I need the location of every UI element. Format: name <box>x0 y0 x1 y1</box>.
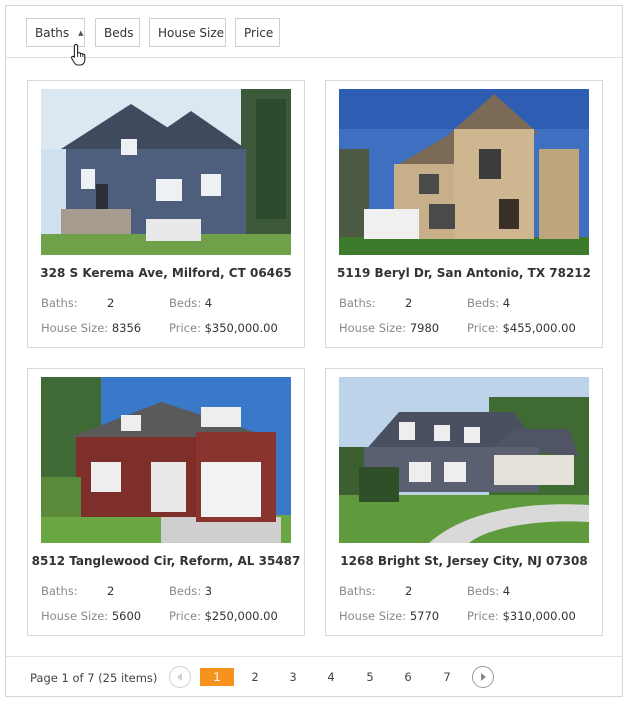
baths-number: 2 <box>107 584 115 598</box>
price-field: Price: $310,000.00 <box>467 609 576 623</box>
baths-field: Baths: <box>41 584 78 598</box>
size-field: House Size: 5600 <box>41 609 141 623</box>
listing-address: 5119 Beryl Dr, San Antonio, TX 78212 <box>336 266 591 280</box>
baths-value: 2 <box>405 584 412 598</box>
card-view: Baths ▲ Beds House Size Price 328 S Kere… <box>5 5 623 697</box>
beds-field: Beds: 4 <box>467 296 510 310</box>
price-number: $455,000.00 <box>502 321 576 335</box>
beds-number: 4 <box>204 296 213 310</box>
sort-label: Price <box>244 25 274 40</box>
listing-card[interactable]: 1268 Bright St, Jersey City, NJ 07308 Ba… <box>325 368 603 636</box>
size-label: House Size: <box>41 609 109 623</box>
size-number: 7980 <box>409 321 440 335</box>
size-number: 8356 <box>111 321 142 335</box>
house-photo <box>41 89 291 255</box>
size-number: 5600 <box>111 609 142 623</box>
baths-value: 2 <box>107 296 114 310</box>
page-button[interactable]: 1 <box>200 668 234 686</box>
price-number: $250,000.00 <box>204 609 278 623</box>
size-field: House Size: 5770 <box>339 609 439 623</box>
baths-field: Baths: <box>339 584 376 598</box>
baths-value: 2 <box>405 296 412 310</box>
listing-card[interactable]: 328 S Kerema Ave, Milford, CT 06465 Bath… <box>27 80 305 348</box>
baths-label: Baths: <box>41 296 78 310</box>
sort-label: Baths <box>35 25 70 40</box>
beds-label: Beds: <box>467 296 500 310</box>
listing-card[interactable]: 8512 Tanglewood Cir, Reform, AL 35487 Ba… <box>27 368 305 636</box>
price-label: Price: <box>467 609 499 623</box>
price-field: Price: $250,000.00 <box>169 609 278 623</box>
baths-value: 2 <box>107 584 114 598</box>
price-field: Price: $455,000.00 <box>467 321 576 335</box>
beds-label: Beds: <box>169 584 202 598</box>
baths-label: Baths: <box>339 584 376 598</box>
size-number: 5770 <box>409 609 440 623</box>
baths-label: Baths: <box>339 296 376 310</box>
price-number: $310,000.00 <box>502 609 576 623</box>
pager: Page 1 of 7 (25 items) 1 2 3 4 5 6 7 <box>6 656 622 696</box>
chevron-right-icon[interactable] <box>472 666 494 688</box>
hand-pointer-icon <box>71 43 86 66</box>
baths-number: 2 <box>405 584 413 598</box>
beds-label: Beds: <box>467 584 500 598</box>
size-field: House Size: 7980 <box>339 321 439 335</box>
page-button[interactable]: 7 <box>430 668 464 686</box>
house-photo <box>339 89 589 255</box>
beds-label: Beds: <box>169 296 202 310</box>
listing-address: 1268 Bright St, Jersey City, NJ 07308 <box>340 554 588 568</box>
pager-info: Page 1 of 7 (25 items) <box>30 671 158 685</box>
page-button[interactable]: 2 <box>238 668 272 686</box>
price-field: Price: $350,000.00 <box>169 321 278 335</box>
baths-field: Baths: <box>41 296 78 310</box>
sort-button-price[interactable]: Price <box>235 18 280 47</box>
price-number: $350,000.00 <box>204 321 278 335</box>
size-label: House Size: <box>339 321 407 335</box>
listing-card[interactable]: 5119 Beryl Dr, San Antonio, TX 78212 Bat… <box>325 80 603 348</box>
chevron-left-icon[interactable] <box>169 666 191 688</box>
page-button[interactable]: 5 <box>353 668 387 686</box>
sort-toolbar: Baths ▲ Beds House Size Price <box>6 6 622 66</box>
page-button[interactable]: 3 <box>276 668 310 686</box>
beds-number: 3 <box>204 584 213 598</box>
beds-field: Beds: 4 <box>169 296 212 310</box>
beds-field: Beds: 4 <box>467 584 510 598</box>
baths-field: Baths: <box>339 296 376 310</box>
beds-number: 4 <box>502 584 511 598</box>
baths-number: 2 <box>405 296 413 310</box>
page-button[interactable]: 4 <box>314 668 348 686</box>
size-label: House Size: <box>339 609 407 623</box>
house-photo <box>41 377 291 543</box>
sort-ascending-icon: ▲ <box>78 28 84 37</box>
sort-button-house-size[interactable]: House Size <box>149 18 226 47</box>
price-label: Price: <box>467 321 499 335</box>
size-label: House Size: <box>41 321 109 335</box>
beds-field: Beds: 3 <box>169 584 212 598</box>
listing-address: 328 S Kerema Ave, Milford, CT 06465 <box>40 266 292 280</box>
house-photo <box>339 377 589 543</box>
sort-label: Beds <box>104 25 134 40</box>
sort-button-beds[interactable]: Beds <box>95 18 140 47</box>
baths-label: Baths: <box>41 584 78 598</box>
price-label: Price: <box>169 321 201 335</box>
price-label: Price: <box>169 609 201 623</box>
listing-address: 8512 Tanglewood Cir, Reform, AL 35487 <box>31 554 301 568</box>
baths-number: 2 <box>107 296 115 310</box>
size-field: House Size: 8356 <box>41 321 141 335</box>
beds-number: 4 <box>502 296 511 310</box>
page-button[interactable]: 6 <box>391 668 425 686</box>
sort-label: House Size <box>158 25 225 40</box>
